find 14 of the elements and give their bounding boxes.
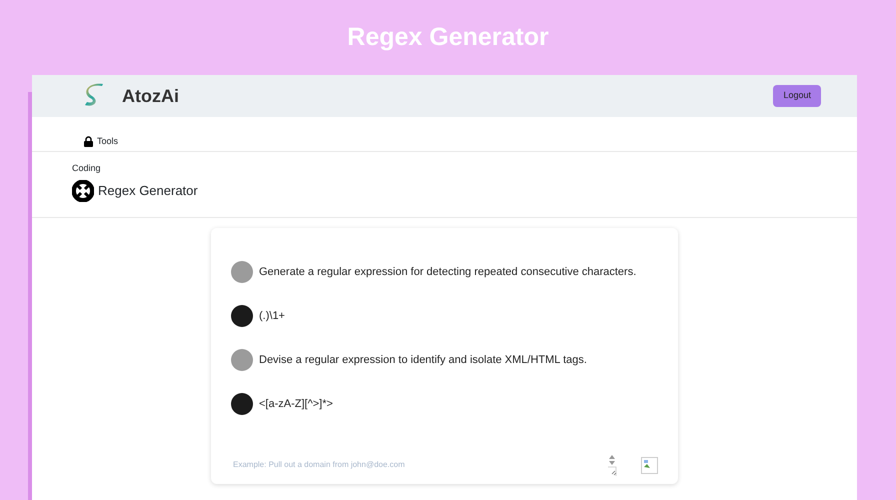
logout-button[interactable]: Logout (773, 85, 821, 107)
page-title: Regex Generator (346, 22, 550, 53)
bot-reply: (.)\1+ (259, 308, 285, 324)
lock-icon (84, 136, 93, 147)
user-message: Devise a regular expression to identify and isolate XML/HTML tags. (259, 352, 587, 368)
brand-name: AtozAi (122, 84, 179, 108)
user-message: Generate a regular expression for detecting repeated consecutive characters. (259, 264, 636, 280)
tool-title: Regex Generator (98, 182, 198, 200)
tools-link[interactable]: Tools (97, 134, 118, 148)
bot-reply: <[a-zA-Z][^>]*> (259, 396, 333, 412)
category-label: Coding (72, 162, 102, 175)
broken-image-icon[interactable] (641, 456, 658, 474)
spinner-icon[interactable] (607, 454, 617, 476)
lifebuoy-icon (72, 180, 94, 202)
